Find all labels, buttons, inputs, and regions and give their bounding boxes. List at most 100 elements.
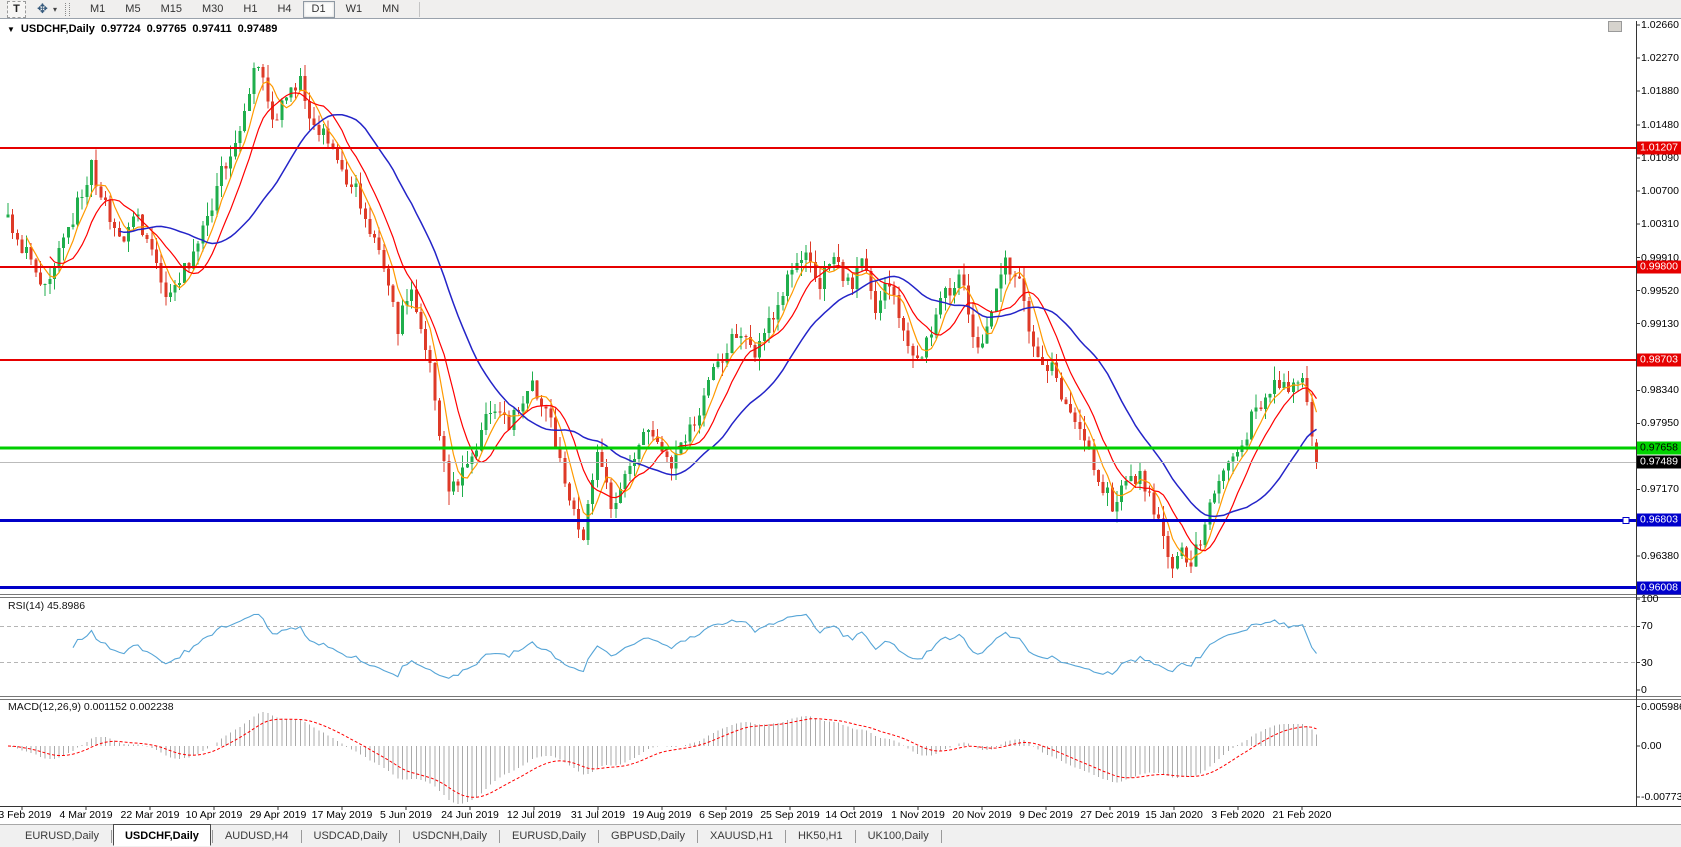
- price-tick-label: 0.98340: [1641, 384, 1679, 396]
- timeframe-button-m30[interactable]: M30: [193, 1, 232, 18]
- bear-candle: [113, 222, 116, 228]
- timeframe-button-h4[interactable]: H4: [268, 1, 300, 18]
- bear-candle: [350, 184, 353, 186]
- bear-candle: [1278, 380, 1281, 388]
- bull-candle: [726, 353, 729, 362]
- tab-separator: [399, 830, 400, 843]
- bear-candle: [582, 529, 585, 540]
- bull-candle: [67, 227, 70, 237]
- chart-tab-uk100-daily[interactable]: UK100,Daily: [857, 827, 940, 846]
- bull-candle: [248, 94, 251, 111]
- date-axis-label: 10 Apr 2019: [186, 809, 243, 821]
- bull-candle: [1218, 481, 1221, 493]
- bull-candle: [484, 414, 487, 430]
- bull-candle: [1273, 380, 1276, 394]
- bear-candle: [368, 219, 371, 234]
- macd-indicator-label: MACD(12,26,9) 0.001152 0.002238: [8, 701, 174, 713]
- timeframe-button-mn[interactable]: MN: [373, 1, 408, 18]
- bear-candle: [438, 401, 441, 436]
- chart-dropdown-icon[interactable]: ▼: [7, 25, 15, 34]
- chart-tab-eurusd-daily[interactable]: EURUSD,Daily: [501, 827, 597, 846]
- bull-candle: [62, 238, 65, 248]
- timeframe-button-m5[interactable]: M5: [116, 1, 149, 18]
- bull-candle: [466, 464, 469, 468]
- bear-candle: [916, 356, 919, 358]
- bull-candle: [986, 326, 989, 343]
- timeframe-button-m15[interactable]: M15: [152, 1, 191, 18]
- bear-candle: [457, 481, 460, 485]
- bull-candle: [401, 306, 404, 335]
- bear-candle: [744, 336, 747, 337]
- text-tool-button[interactable]: T: [7, 1, 26, 18]
- bear-candle: [141, 214, 144, 235]
- bear-candle: [308, 101, 311, 118]
- bull-candle: [846, 277, 849, 280]
- bull-candle: [410, 289, 413, 301]
- bull-candle: [1255, 407, 1258, 411]
- bull-candle: [730, 334, 733, 353]
- chart-tab-audusd-h4[interactable]: AUDUSD,H4: [214, 827, 300, 846]
- bear-candle: [948, 288, 951, 295]
- bull-candle: [211, 211, 214, 216]
- chart-tab-eurusd-daily[interactable]: EURUSD,Daily: [14, 827, 110, 846]
- chart-tab-usdcnh-daily[interactable]: USDCNH,Daily: [401, 827, 498, 846]
- price-chart-canvas[interactable]: [0, 0, 1681, 824]
- bull-candle: [712, 367, 715, 380]
- toolbar: T ✥ ▾ M1M5M15M30H1H4D1W1MN: [0, 0, 1681, 19]
- bull-candle: [805, 252, 808, 260]
- chart-tab-usdcad-daily[interactable]: USDCAD,Daily: [303, 827, 399, 846]
- toolbar-separator: [419, 2, 420, 17]
- bull-candle: [1269, 394, 1272, 397]
- scroll-button[interactable]: [1608, 21, 1622, 32]
- bull-candle: [234, 143, 237, 156]
- bear-candle: [387, 269, 390, 286]
- bear-candle: [610, 483, 613, 509]
- bear-candle: [271, 101, 274, 119]
- date-axis-label: 29 Apr 2019: [250, 809, 307, 821]
- chevron-down-icon[interactable]: ▾: [53, 5, 57, 14]
- bear-candle: [262, 67, 265, 78]
- price-tick-label: 0.99130: [1641, 318, 1679, 330]
- timeframe-button-d1[interactable]: D1: [303, 1, 335, 18]
- date-axis-label: 25 Sep 2019: [760, 809, 820, 821]
- bear-candle: [837, 257, 840, 262]
- bear-candle: [1037, 346, 1040, 357]
- bear-candle: [1046, 365, 1049, 371]
- bull-candle: [1292, 383, 1295, 393]
- bear-candle: [809, 252, 812, 262]
- line-selection-handle[interactable]: [1623, 517, 1629, 523]
- bull-candle: [48, 279, 51, 284]
- timeframe-button-m1[interactable]: M1: [81, 1, 114, 18]
- bear-candle: [396, 302, 399, 334]
- bull-candle: [355, 183, 358, 186]
- toolbar-grip[interactable]: [65, 3, 70, 16]
- chart-tab-hk50-h1[interactable]: HK50,H1: [787, 827, 854, 846]
- timeframe-button-h1[interactable]: H1: [234, 1, 266, 18]
- bull-candle: [183, 263, 186, 283]
- rsi-scale-label: 70: [1641, 620, 1653, 632]
- date-axis-label: 12 Jul 2019: [507, 809, 561, 821]
- bull-candle: [990, 311, 993, 326]
- bear-candle: [345, 169, 348, 184]
- rsi-scale-label: 100: [1641, 593, 1659, 605]
- bear-candle: [651, 430, 654, 437]
- bull-candle: [290, 87, 293, 97]
- bull-candle: [879, 300, 882, 313]
- bear-candle: [535, 380, 538, 398]
- bear-candle: [1167, 536, 1170, 557]
- bull-candle: [243, 111, 246, 131]
- timeframe-button-w1[interactable]: W1: [337, 1, 372, 18]
- bear-candle: [336, 149, 339, 161]
- bear-candle: [433, 363, 436, 401]
- chart-tab-xauusd-h1[interactable]: XAUUSD,H1: [699, 827, 784, 846]
- cursor-tool-icon[interactable]: ✥: [34, 2, 51, 17]
- bull-candle: [257, 67, 260, 68]
- price-tick-label: 1.02270: [1641, 52, 1679, 64]
- chart-tab-usdchf-daily[interactable]: USDCHF,Daily: [113, 824, 211, 846]
- bull-candle: [716, 361, 719, 367]
- price-tick-label: 1.00700: [1641, 185, 1679, 197]
- bull-candle: [921, 357, 924, 358]
- bull-candle: [1115, 502, 1118, 511]
- chart-tab-gbpusd-daily[interactable]: GBPUSD,Daily: [600, 827, 696, 846]
- bull-candle: [239, 131, 242, 143]
